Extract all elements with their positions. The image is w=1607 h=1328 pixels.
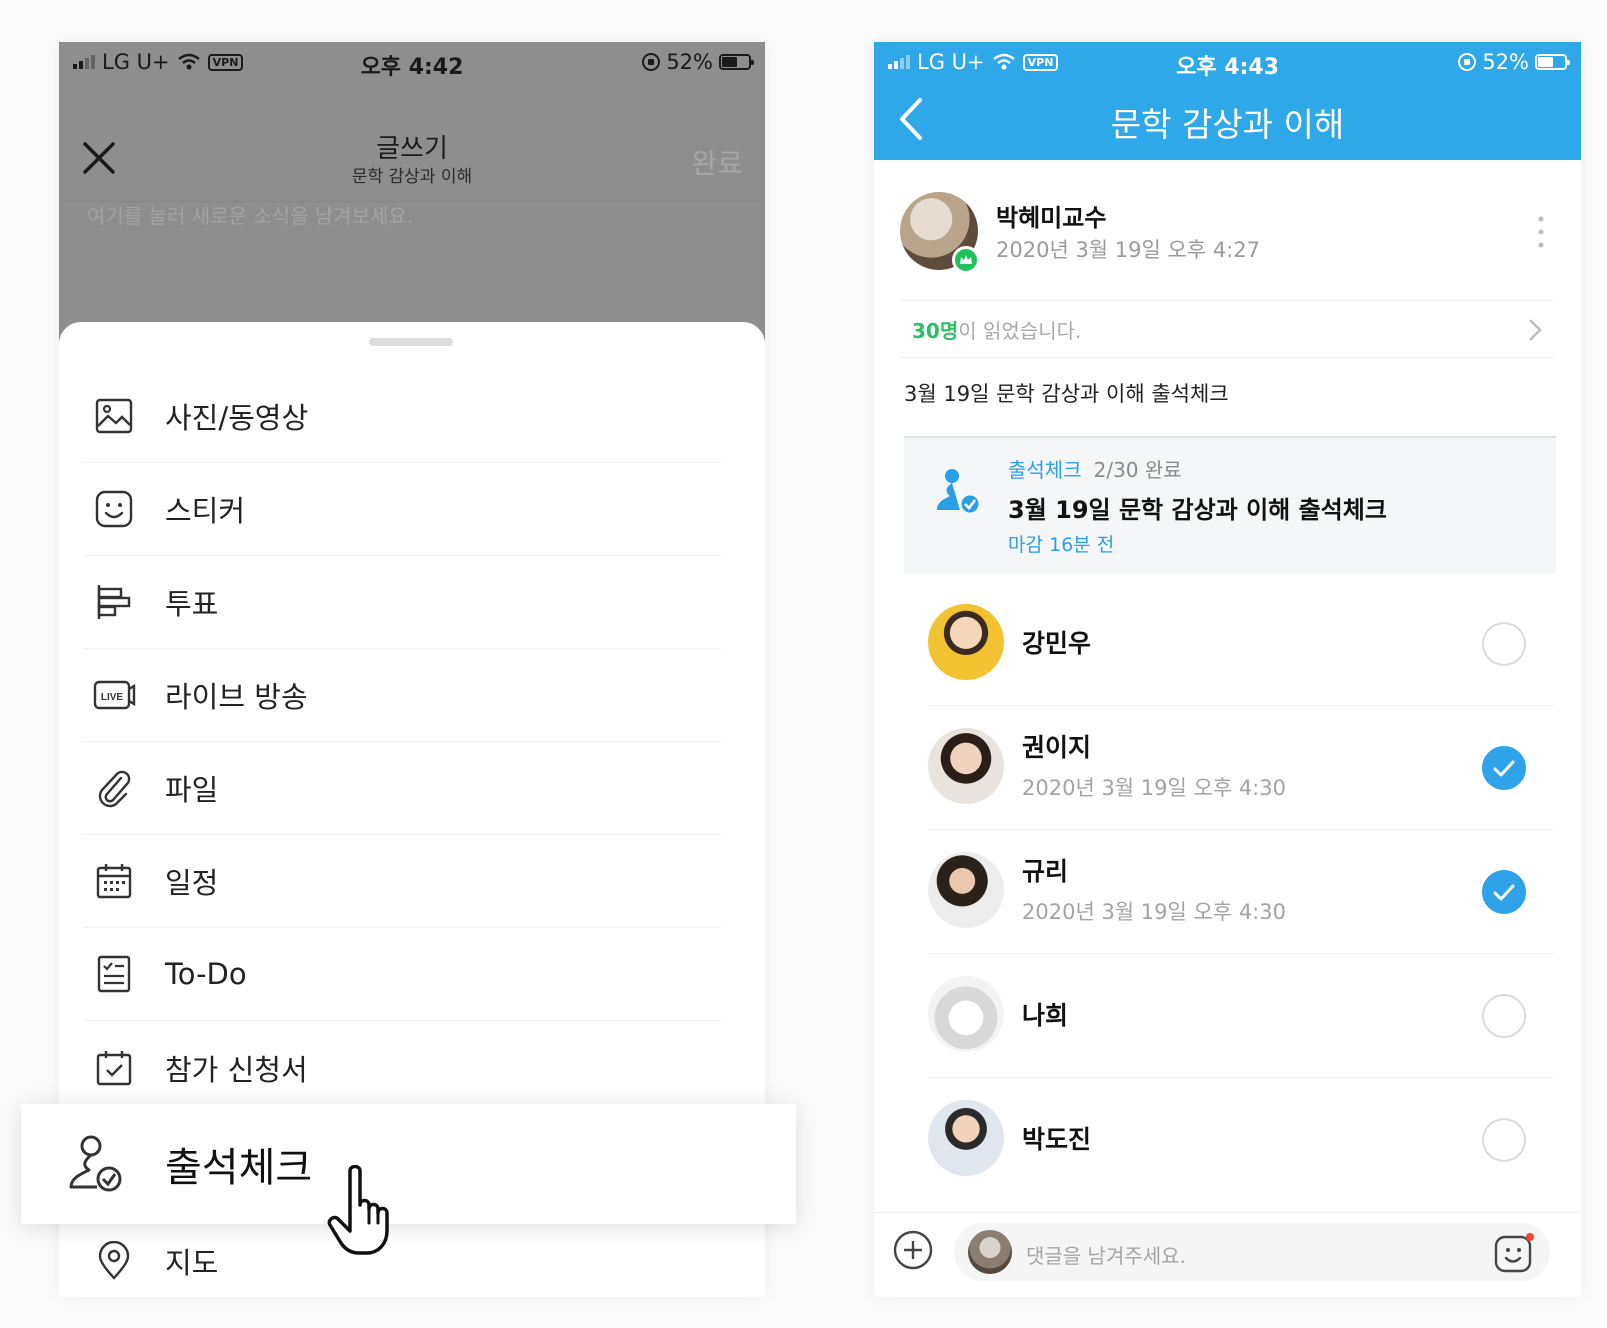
attendance-progress: 2/30 완료	[1093, 458, 1182, 482]
attendance-kind: 출석체크	[1008, 458, 1082, 482]
avatar	[968, 1230, 1012, 1274]
menu-item-label: 라이브 방송	[165, 680, 308, 714]
attendance-label: 출석체크 2/30 완료	[1008, 454, 1182, 483]
menu-item-attendance-highlighted[interactable]: 출석체크	[21, 1104, 796, 1224]
attendance-icon	[937, 469, 982, 516]
member-row: 나희	[928, 954, 1554, 1078]
poll-icon	[91, 579, 137, 625]
rotation-lock-icon	[1458, 53, 1477, 71]
member-row: 권이지 2020년 3월 19일 오후 4:30	[928, 706, 1554, 830]
post-detail-screen: LG U+ VPN 오후 4:43 52% 문학 감상과 이해 박혜미교수 20…	[874, 42, 1581, 1297]
avatar[interactable]	[928, 852, 1004, 928]
member-row: 박도진	[928, 1078, 1554, 1202]
avatar[interactable]	[928, 976, 1004, 1052]
svg-text:LIVE: LIVE	[101, 692, 124, 703]
map-pin-icon	[91, 1238, 137, 1284]
attendance-deadline: 마감 16분 전	[1008, 534, 1115, 556]
calendar-icon	[91, 858, 137, 904]
dimmed-compose-area[interactable]: LG U+ VPN 오후 4:42 52% 글쓰기 문학 감상과 이해 완료 여…	[59, 42, 765, 342]
signup-form-icon	[91, 1045, 137, 1091]
comment-bar: 댓글을 남겨주세요.	[874, 1212, 1581, 1297]
menu-item-photo-video[interactable]: 사진/동영상	[83, 370, 721, 463]
attendance-icon	[69, 1135, 122, 1192]
todo-icon	[91, 951, 137, 997]
menu-item-schedule[interactable]: 일정	[83, 835, 721, 928]
menu-item-label: To-Do	[165, 957, 247, 991]
member-check-time: 2020년 3월 19일 오후 4:30	[1022, 776, 1286, 800]
status-bar: LG U+ VPN 오후 4:42 52%	[59, 42, 765, 84]
sticker-icon	[91, 486, 137, 532]
compose-placeholder[interactable]: 여기를 눌러 새로운 소식을 남겨보세요.	[87, 200, 413, 229]
menu-item-todo[interactable]: To-Do	[83, 928, 721, 1021]
chevron-right-icon	[1529, 319, 1542, 341]
paperclip-icon	[91, 765, 137, 811]
member-row: 강민우	[928, 582, 1554, 706]
comment-input[interactable]: 댓글을 남겨주세요.	[1026, 1240, 1186, 1269]
member-name: 강민우	[1022, 629, 1092, 658]
comment-input-box[interactable]: 댓글을 남겨주세요.	[954, 1223, 1550, 1281]
live-icon: LIVE	[91, 672, 137, 718]
attendance-title: 3월 19일 문학 감상과 이해 출석체크	[1008, 496, 1387, 524]
post-author: 박혜미교수 2020년 3월 19일 오후 4:27	[900, 192, 1555, 302]
hand-pointer-icon	[327, 1165, 389, 1255]
battery-percent: 52%	[1482, 50, 1529, 74]
member-check-time: 2020년 3월 19일 오후 4:30	[1022, 900, 1286, 924]
post-body: 3월 19일 문학 감상과 이해 출석체크	[904, 382, 1229, 406]
image-icon	[91, 393, 137, 439]
member-name: 박도진	[1022, 1125, 1092, 1154]
read-count-row[interactable]: 30명이 읽었습니다.	[900, 300, 1555, 358]
menu-item-label: 일정	[165, 866, 219, 900]
attendance-checkbox[interactable]	[1482, 746, 1526, 790]
menu-item-label: 참가 신청서	[165, 1052, 308, 1087]
more-options-icon[interactable]	[1537, 214, 1545, 250]
band-title: 문학 감상과 이해	[1110, 105, 1345, 144]
menu-item-label: 투표	[165, 587, 219, 621]
member-name: 권이지	[1022, 733, 1092, 762]
attendance-checkbox[interactable]	[1482, 622, 1526, 666]
battery-percent: 52%	[666, 50, 713, 74]
menu-item-label: 파일	[165, 773, 219, 807]
menu-item-poll[interactable]: 투표	[83, 556, 721, 649]
read-count-text: 30명이 읽었습니다.	[912, 315, 1081, 344]
member-name: 규리	[1022, 857, 1069, 886]
member-row: 규리 2020년 3월 19일 오후 4:30	[928, 830, 1554, 954]
band-header: LG U+ VPN 오후 4:43 52% 문학 감상과 이해	[874, 42, 1581, 160]
read-count-number: 30명	[912, 319, 959, 343]
menu-item-label: 출석체크	[165, 1145, 313, 1191]
menu-item-label: 스티커	[165, 494, 246, 528]
menu-item-sticker[interactable]: 스티커	[83, 463, 721, 556]
attendance-checkbox[interactable]	[1482, 870, 1526, 914]
add-attachment-icon[interactable]	[892, 1229, 934, 1271]
compose-title: 글쓰기	[376, 134, 448, 164]
menu-item-file[interactable]: 파일	[83, 742, 721, 835]
sticker-icon[interactable]	[1492, 1231, 1536, 1275]
crown-icon	[952, 246, 980, 274]
battery-icon	[1535, 54, 1570, 70]
read-count-suffix: 이 읽었습니다.	[958, 319, 1082, 343]
rotation-lock-icon	[642, 53, 661, 71]
attendance-checkbox[interactable]	[1482, 1118, 1526, 1162]
done-button[interactable]: 완료	[691, 142, 743, 182]
menu-item-label: 지도	[165, 1245, 219, 1280]
attendance-checkbox[interactable]	[1482, 994, 1526, 1038]
menu-item-label: 사진/동영상	[165, 401, 309, 435]
avatar[interactable]	[928, 1100, 1004, 1176]
avatar[interactable]	[928, 604, 1004, 680]
battery-icon	[719, 54, 754, 70]
author-name[interactable]: 박혜미교수	[996, 198, 1106, 233]
compose-band-name: 문학 감상과 이해	[351, 167, 473, 187]
post-date: 2020년 3월 19일 오후 4:27	[996, 238, 1260, 262]
menu-item-signup-form[interactable]: 참가 신청서	[83, 1021, 721, 1114]
menu-item-live[interactable]: LIVE 라이브 방송	[83, 649, 721, 742]
compose-header: 글쓰기 문학 감상과 이해 완료	[59, 84, 765, 202]
member-name: 나희	[1022, 1001, 1069, 1030]
attendance-card[interactable]: 출석체크 2/30 완료 3월 19일 문학 감상과 이해 출석체크 마감 16분…	[904, 436, 1556, 574]
status-bar: LG U+ VPN 오후 4:43 52%	[874, 42, 1581, 84]
sheet-handle[interactable]	[369, 338, 453, 346]
avatar[interactable]	[928, 728, 1004, 804]
